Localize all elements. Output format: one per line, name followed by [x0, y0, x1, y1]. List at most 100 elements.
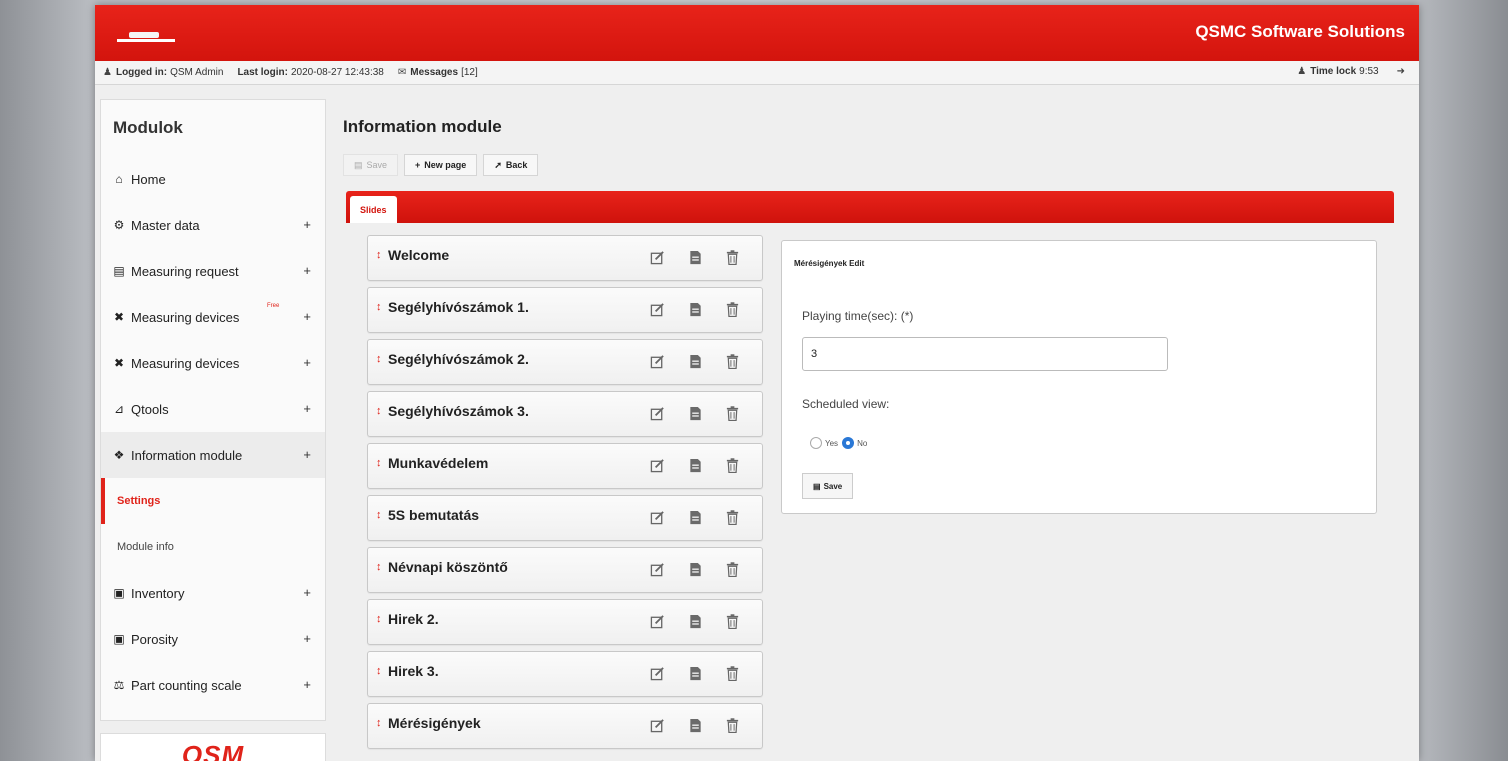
sidebar: Modulok ⌂ Home ⚙ Master data + ▤ Measuri…	[100, 99, 326, 721]
edit-icon[interactable]	[648, 248, 666, 266]
expand-icon[interactable]: +	[303, 309, 311, 324]
slide-title: Munkavédelem	[388, 455, 489, 471]
slide-item[interactable]: ↕ Segélyhívószámok 2.	[367, 339, 763, 385]
tab-slides[interactable]: Slides	[350, 196, 397, 223]
document-icon[interactable]	[686, 248, 704, 266]
save-button-label: Save	[823, 481, 843, 491]
sidebar-subitem-settings[interactable]: Settings	[101, 478, 325, 524]
image-icon: ▣	[113, 632, 125, 646]
trash-icon[interactable]	[723, 716, 741, 734]
trash-icon[interactable]	[723, 560, 741, 578]
document-icon[interactable]	[686, 300, 704, 318]
drag-handle-icon[interactable]: ↕	[376, 457, 382, 469]
free-badge: Free	[267, 303, 280, 309]
edit-icon[interactable]	[648, 560, 666, 578]
drag-handle-icon[interactable]: ↕	[376, 561, 382, 573]
edit-icon[interactable]	[648, 404, 666, 422]
sidebar-item-label: Measuring devices	[131, 309, 240, 325]
drag-handle-icon[interactable]: ↕	[376, 405, 382, 417]
sidebar-item-information-module[interactable]: ❖ Information module +	[101, 432, 325, 478]
slide-item[interactable]: ↕ 5S bemutatás	[367, 495, 763, 541]
top-header: QSMC Software Solutions	[95, 5, 1419, 61]
slide-item[interactable]: ↕ Welcome	[367, 235, 763, 281]
expand-icon[interactable]: +	[303, 217, 311, 232]
document-icon[interactable]	[686, 716, 704, 734]
sidebar-item-label: Porosity	[131, 631, 178, 647]
slide-title: Segélyhívószámok 1.	[388, 299, 529, 315]
slide-item[interactable]: ↕ Mérésigények	[367, 703, 763, 749]
trash-icon[interactable]	[723, 248, 741, 266]
new-page-button[interactable]: + New page	[404, 154, 478, 176]
sidebar-item-part-counting-scale[interactable]: ⚖ Part counting scale +	[101, 662, 325, 708]
expand-icon[interactable]: +	[303, 355, 311, 370]
document-icon[interactable]	[686, 352, 704, 370]
sidebar-item-home[interactable]: ⌂ Home	[101, 156, 325, 202]
yes-radio-label: Yes	[825, 438, 839, 448]
trash-icon[interactable]	[723, 508, 741, 526]
back-button[interactable]: ➚ Back	[483, 154, 539, 176]
edit-icon[interactable]	[648, 352, 666, 370]
expand-icon[interactable]: +	[303, 677, 311, 692]
trash-icon[interactable]	[723, 664, 741, 682]
slide-item[interactable]: ↕ Segélyhívószámok 1.	[367, 287, 763, 333]
slide-item[interactable]: ↕ Hirek 3.	[367, 651, 763, 697]
drag-handle-icon[interactable]: ↕	[376, 353, 382, 365]
expand-icon[interactable]: +	[303, 401, 311, 416]
slide-item[interactable]: ↕ Segélyhívószámok 3.	[367, 391, 763, 437]
no-radio[interactable]	[842, 437, 855, 449]
save-button[interactable]: ▤ Save	[802, 473, 854, 499]
sidebar-item-measuring-devices[interactable]: ✖ Measuring devices +	[101, 340, 325, 386]
yes-radio[interactable]	[810, 437, 822, 449]
trash-icon[interactable]	[723, 456, 741, 474]
document-icon[interactable]	[686, 456, 704, 474]
drag-handle-icon[interactable]: ↕	[376, 249, 382, 261]
expand-icon[interactable]: +	[303, 447, 311, 462]
app-window: QSMC Software Solutions ♟ Logged in: QSM…	[95, 5, 1419, 761]
expand-icon[interactable]: +	[303, 585, 311, 600]
sidebar-item-measuring-devices-free[interactable]: ✖ Measuring devices Free +	[101, 294, 325, 340]
edit-icon[interactable]	[648, 456, 666, 474]
sidebar-item-inventory[interactable]: ▣ Inventory +	[101, 570, 325, 616]
sidebar-item-master-data[interactable]: ⚙ Master data +	[101, 202, 325, 248]
edit-panel-title: Mérésigények Edit	[794, 259, 865, 268]
trash-icon[interactable]	[723, 404, 741, 422]
envelope-icon: ✉	[397, 67, 407, 78]
trash-icon[interactable]	[723, 300, 741, 318]
trash-icon[interactable]	[723, 352, 741, 370]
edit-icon[interactable]	[648, 664, 666, 682]
logged-in-user: QSM Admin	[170, 67, 224, 78]
trash-icon[interactable]	[723, 612, 741, 630]
sidebar-subitem-module-info[interactable]: Module info	[101, 524, 325, 570]
document-icon[interactable]	[686, 404, 704, 422]
drag-handle-icon[interactable]: ↕	[376, 717, 382, 729]
edit-icon[interactable]	[648, 612, 666, 630]
drag-handle-icon[interactable]: ↕	[376, 665, 382, 677]
edit-icon[interactable]	[648, 508, 666, 526]
expand-icon[interactable]: +	[303, 631, 311, 646]
drag-handle-icon[interactable]: ↕	[376, 301, 382, 313]
time-lock-info[interactable]: ♟ Time lock 9:53	[1297, 66, 1378, 77]
slide-title: 5S bemutatás	[388, 507, 480, 523]
document-icon[interactable]	[686, 664, 704, 682]
save-button-disabled[interactable]: ▤ Save	[343, 154, 399, 176]
logged-in-label: Logged in:	[115, 67, 168, 78]
messages-link[interactable]: ✉ Messages [12]	[398, 67, 478, 78]
logout-icon[interactable]: ➜	[1397, 66, 1405, 77]
expand-icon[interactable]: +	[303, 263, 311, 278]
drag-handle-icon[interactable]: ↕	[376, 613, 382, 625]
slide-item[interactable]: ↕ Névnapi köszöntő	[367, 547, 763, 593]
sidebar-item-porosity[interactable]: ▣ Porosity +	[101, 616, 325, 662]
document-icon[interactable]	[686, 612, 704, 630]
back-label: Back	[505, 160, 528, 170]
sidebar-item-measuring-request[interactable]: ▤ Measuring request +	[101, 248, 325, 294]
header-logo[interactable]	[117, 29, 175, 49]
edit-icon[interactable]	[648, 716, 666, 734]
sidebar-item-qtools[interactable]: ⊿ Qtools +	[101, 386, 325, 432]
playing-time-input[interactable]: 3	[802, 337, 1168, 371]
document-icon[interactable]	[686, 560, 704, 578]
slide-item[interactable]: ↕ Munkavédelem	[367, 443, 763, 489]
drag-handle-icon[interactable]: ↕	[376, 509, 382, 521]
slide-item[interactable]: ↕ Hirek 2.	[367, 599, 763, 645]
document-icon[interactable]	[686, 508, 704, 526]
edit-icon[interactable]	[648, 300, 666, 318]
